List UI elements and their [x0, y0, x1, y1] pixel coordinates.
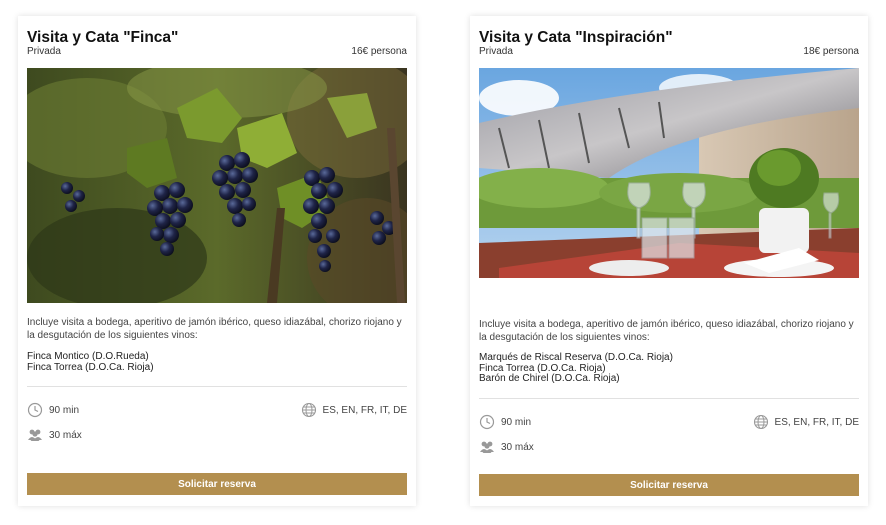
duration-info: 90 min [27, 402, 79, 418]
wine-item: Finca Montico (D.O.Rueda) [27, 351, 149, 362]
request-booking-button[interactable]: Solicitar reserva [27, 473, 407, 495]
capacity-text: 30 máx [501, 441, 534, 453]
languages-info: ES, EN, FR, IT, DE [301, 402, 407, 418]
terrace-dining-photo [479, 68, 859, 303]
capacity-info: 30 máx [479, 439, 534, 455]
card-title: Visita y Cata "Finca" [27, 29, 179, 46]
languages-text: ES, EN, FR, IT, DE [322, 404, 407, 416]
clock-icon [479, 414, 495, 430]
request-booking-button[interactable]: Solicitar reserva [479, 474, 859, 496]
experience-card-inspiracion: Visita y Cata "Inspiración" Privada 18€ … [470, 16, 868, 506]
duration-text: 90 min [49, 404, 80, 416]
globe-icon [301, 402, 317, 418]
globe-icon [753, 414, 769, 430]
duration-info: 90 min [479, 414, 531, 430]
group-icon [479, 439, 495, 455]
capacity-info: 30 máx [27, 427, 82, 443]
experience-card-finca: Visita y Cata "Finca" Privada 16€ person… [18, 16, 416, 506]
wine-item: Barón de Chirel (D.O.Ca. Rioja) [479, 373, 620, 384]
visit-type: Privada [27, 46, 61, 57]
card-description: Incluye visita a bodega, aperitivo de ja… [479, 319, 854, 343]
card-title: Visita y Cata "Inspiración" [479, 29, 673, 46]
vineyard-grapes-photo [27, 68, 407, 303]
wine-item: Marqués de Riscal Reserva (D.O.Ca. Rioja… [479, 352, 673, 363]
price-per-person: 18€ persona [803, 46, 859, 57]
languages-text: ES, EN, FR, IT, DE [774, 416, 859, 428]
wine-list: Finca Montico (D.O.Rueda) Finca Torrea (… [27, 351, 407, 373]
wine-list: Marqués de Riscal Reserva (D.O.Ca. Rioja… [479, 352, 859, 385]
price-per-person: 16€ persona [351, 46, 407, 57]
card-description: Incluye visita a bodega, aperitivo de ja… [27, 317, 402, 341]
clock-icon [27, 402, 43, 418]
visit-type: Privada [479, 46, 513, 57]
capacity-text: 30 máx [49, 429, 82, 441]
divider [479, 398, 859, 399]
languages-info: ES, EN, FR, IT, DE [753, 414, 859, 430]
duration-text: 90 min [501, 416, 532, 428]
divider [27, 386, 407, 387]
group-icon [27, 427, 43, 443]
wine-item: Finca Torrea (D.O.Ca. Rioja) [27, 361, 154, 373]
